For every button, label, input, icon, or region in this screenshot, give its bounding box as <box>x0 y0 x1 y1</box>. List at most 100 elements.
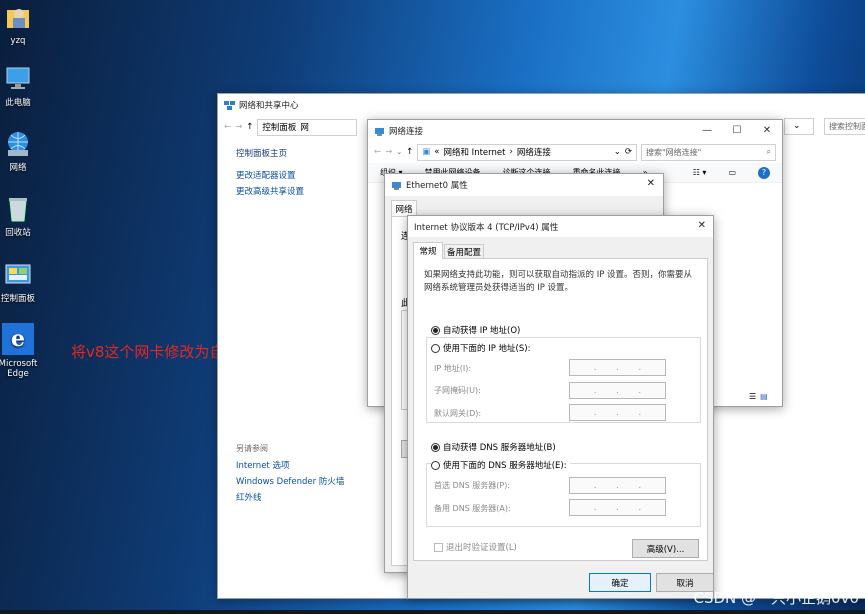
eth-tab-network[interactable]: 网络 <box>391 200 417 216</box>
ipv4-description: 如果网络支持此功能，则可以获取自动指派的 IP 设置。否则，你需要从网络系统管理… <box>424 270 693 293</box>
up-arrow-icon[interactable]: ↑ <box>406 147 413 157</box>
recent-chevron-icon[interactable]: ⌄ <box>396 148 402 156</box>
netconn-view-switch: ☰ ▤ <box>749 392 768 401</box>
preview-pane-icon[interactable]: ▭ <box>728 168 736 177</box>
nsc-address-field[interactable]: 控制面板网 <box>257 118 358 136</box>
alternate-dns-label: 备用 DNS 服务器(A): <box>434 503 511 513</box>
folder-icon: ▣ <box>422 147 431 157</box>
nsc-sidebar-link-adapter[interactable]: 更改适配器设置 <box>236 169 304 181</box>
desktop-icon-network[interactable]: 网络 <box>0 129 41 173</box>
minimize-icon[interactable]: — <box>692 120 722 140</box>
validate-checkbox[interactable]: 退出时验证设置(L) <box>434 541 517 553</box>
ipv4-properties-dialog: Internet 协议版本 4 (TCP/IPv4) 属性 ✕ 常规 备用配置 … <box>407 215 714 599</box>
computer-icon <box>3 64 33 94</box>
desktop-icon-user[interactable]: yzq <box>0 2 41 46</box>
chevron-down-icon[interactable]: ⌄ <box>614 147 621 157</box>
advanced-button[interactable]: 高级(V)... <box>632 539 699 558</box>
edge-icon: e <box>2 323 34 355</box>
subnet-mask-label: 子网掩码(U): <box>434 385 481 395</box>
close-icon[interactable]: ✕ <box>752 120 782 140</box>
preferred-dns-input[interactable]: ... <box>569 477 666 494</box>
eth-title: Ethernet0 属性 <box>406 181 468 191</box>
ethernet-icon <box>391 180 402 191</box>
subnet-mask-input[interactable]: ... <box>569 382 666 399</box>
radio-manual-ip[interactable]: 使用下面的 IP 地址(S): <box>431 342 534 354</box>
default-gateway-label: 默认网关(D): <box>434 408 482 418</box>
validate-checkbox-label: 退出时验证设置(L) <box>446 543 517 553</box>
radio-manual-dns[interactable]: 使用下面的 DNS 服务器地址(E): <box>431 459 570 471</box>
view-options-icon[interactable]: ☷ ▾ <box>693 168 707 177</box>
details-view-icon[interactable]: ☰ <box>749 392 756 401</box>
netconn-window-controls: — ☐ ✕ <box>692 120 782 140</box>
desktop-icon-control-panel[interactable]: 控制面板 <box>0 260 41 304</box>
network-center-icon <box>224 100 235 111</box>
tiles-view-icon[interactable]: ▤ <box>760 392 768 401</box>
forward-arrow-icon[interactable]: → <box>385 147 392 157</box>
ipv4-titlebar: Internet 协议版本 4 (TCP/IPv4) 属性 ✕ <box>408 216 713 237</box>
close-icon[interactable]: ✕ <box>698 220 706 231</box>
radio-manual-dns-label: 使用下面的 DNS 服务器地址(E): <box>443 461 567 471</box>
desktop-icon-label: Microsoft Edge <box>0 359 38 379</box>
desktop-icon-edge[interactable]: e Microsoft Edge <box>0 323 41 379</box>
nsc-sidebar-link-sharing[interactable]: 更改高级共享设置 <box>236 185 304 197</box>
nsc-sidebar: 控制面板主页 更改适配器设置 更改高级共享设置 <box>236 147 304 197</box>
back-arrow-icon[interactable]: ← <box>374 147 381 157</box>
ipv4-tab-alternate[interactable]: 备用配置 <box>444 244 484 259</box>
desktop-icon-label: 控制面板 <box>0 294 35 304</box>
nsc-address-text-2: 网 <box>300 123 309 133</box>
radio-manual-ip-label: 使用下面的 IP 地址(S): <box>443 344 531 354</box>
radio-selected-icon <box>431 325 440 335</box>
maximize-icon[interactable]: ☐ <box>722 120 752 140</box>
netconn-address-bar: ← → ⌄ ↑ ▣ « 网络和 Internet › 网络连接 ⌄ ⟳ 搜索"网… <box>368 141 782 163</box>
chevron-down-icon[interactable]: ⌄ <box>793 121 801 131</box>
desktop-icon-this-pc[interactable]: 此电脑 <box>0 64 41 108</box>
up-arrow-icon[interactable]: ↑ <box>246 122 253 132</box>
nsc-see-also: 另请参阅 Internet 选项 Windows Defender 防火墙 红外… <box>236 443 344 503</box>
ok-button[interactable]: 确定 <box>589 573 651 592</box>
radio-selected-icon <box>431 442 440 452</box>
nsc-address-end: ⌄ <box>784 118 814 135</box>
ip-address-input[interactable]: ... <box>569 359 666 376</box>
nsc-search-placeholder: 搜索控制面 <box>829 122 865 131</box>
desktop-icon-label: 网络 <box>9 163 27 173</box>
refresh-icon[interactable]: ⟳ <box>625 147 632 157</box>
desktop-icon-recycle-bin[interactable]: 回收站 <box>0 194 41 238</box>
close-icon[interactable]: ✕ <box>647 178 655 189</box>
taskbar <box>0 610 865 614</box>
radio-unselected-icon <box>431 343 440 353</box>
netconn-address-field[interactable]: ▣ « 网络和 Internet › 网络连接 ⌄ ⟳ <box>417 143 637 161</box>
watermark: CSDN @一只小企鹅0v0 <box>693 589 860 607</box>
radio-auto-dns-label: 自动获得 DNS 服务器地址(B) <box>443 443 556 453</box>
network-connections-icon <box>374 126 385 137</box>
search-icon: ⌕ <box>766 147 771 156</box>
back-arrow-icon[interactable]: ← <box>224 122 231 132</box>
breadcrumb-network-connections[interactable]: 网络连接 <box>517 146 551 158</box>
alternate-dns-input[interactable]: ... <box>569 499 666 516</box>
see-also-firewall[interactable]: Windows Defender 防火墙 <box>236 475 344 487</box>
radio-unselected-icon <box>431 460 440 470</box>
ip-address-label: IP 地址(I): <box>434 363 472 373</box>
radio-auto-ip[interactable]: 自动获得 IP 地址(O) <box>431 324 520 336</box>
recycle-bin-icon <box>3 194 33 224</box>
see-also-infrared[interactable]: 红外线 <box>236 491 344 503</box>
nsc-home-link[interactable]: 控制面板主页 <box>236 147 304 159</box>
netconn-search-box[interactable]: 搜索"网络连接" ⌕ <box>641 143 776 161</box>
see-also-internet-options[interactable]: Internet 选项 <box>236 459 344 471</box>
help-icon[interactable]: ? <box>758 166 770 179</box>
ipv4-tab-general[interactable]: 常规 <box>413 242 443 259</box>
default-gateway-input[interactable]: ... <box>569 404 666 421</box>
radio-auto-ip-label: 自动获得 IP 地址(O) <box>443 326 521 336</box>
nsc-titlebar: 网络和共享中心 <box>218 94 865 116</box>
netconn-title: 网络连接 <box>389 127 424 137</box>
forward-arrow-icon[interactable]: → <box>235 122 242 132</box>
netconn-search-placeholder: 搜索"网络连接" <box>646 147 702 157</box>
netconn-titlebar: 网络连接 — ☐ ✕ <box>368 120 782 142</box>
nsc-address-text: 控制面板 <box>262 123 297 133</box>
desktop-icon-label: yzq <box>10 36 26 46</box>
eth-titlebar: Ethernet0 属性 ✕ <box>385 174 663 196</box>
breadcrumb-network-internet[interactable]: 网络和 Internet <box>443 146 505 158</box>
desktop-icon-label: 此电脑 <box>5 98 31 108</box>
manual-dns-group <box>426 463 701 527</box>
radio-auto-dns[interactable]: 自动获得 DNS 服务器地址(B) <box>431 441 556 453</box>
nsc-search-box[interactable]: 搜索控制面 <box>824 118 865 135</box>
